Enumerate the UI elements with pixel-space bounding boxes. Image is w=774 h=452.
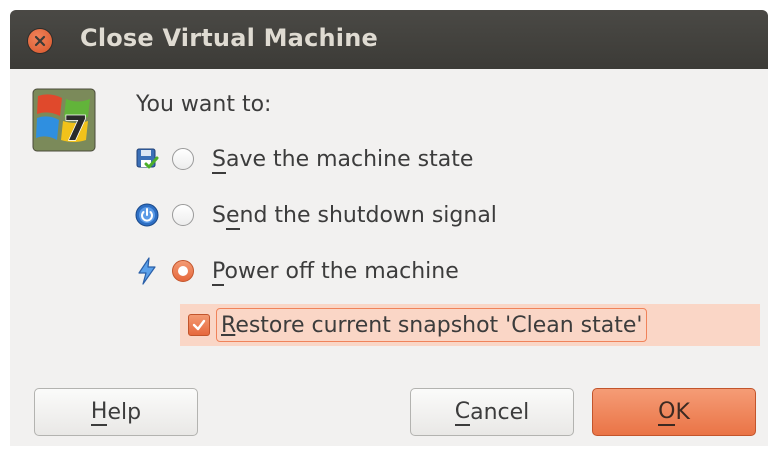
- checkmark-icon: [192, 319, 206, 331]
- restore-snapshot-checkbox[interactable]: [188, 314, 210, 336]
- help-button[interactable]: Help: [34, 388, 198, 436]
- power-button-icon: [134, 202, 160, 228]
- option-shutdown-signal[interactable]: Send the shutdown signal: [134, 195, 497, 235]
- save-state-label[interactable]: Save the machine state: [212, 146, 473, 174]
- windows7-vm-icon: 7: [32, 88, 96, 152]
- window-title: Close Virtual Machine: [80, 24, 378, 52]
- option-power-off[interactable]: Power off the machine: [134, 251, 459, 291]
- prompt-label: You want to:: [136, 92, 272, 117]
- save-state-radio[interactable]: [172, 148, 194, 170]
- power-off-label[interactable]: Power off the machine: [212, 258, 459, 286]
- restore-snapshot-row[interactable]: Restore current snapshot 'Clean state': [180, 304, 760, 346]
- window-close-button[interactable]: [28, 29, 52, 53]
- svg-text:7: 7: [64, 109, 88, 149]
- cancel-button[interactable]: Cancel: [410, 388, 574, 436]
- close-icon: [34, 35, 46, 47]
- save-state-icon: [134, 146, 160, 172]
- power-off-radio[interactable]: [172, 260, 194, 282]
- option-save-state[interactable]: Save the machine state: [134, 139, 473, 179]
- title-bar: Close Virtual Machine: [10, 10, 768, 69]
- close-vm-dialog: Close Virtual Machine 7 You want to: Sav…: [10, 10, 768, 446]
- lightning-icon: [134, 257, 160, 285]
- ok-button[interactable]: OK: [592, 388, 756, 436]
- shutdown-signal-label[interactable]: Send the shutdown signal: [212, 202, 497, 230]
- shutdown-signal-radio[interactable]: [172, 204, 194, 226]
- restore-snapshot-label[interactable]: Restore current snapshot 'Clean state': [216, 308, 648, 342]
